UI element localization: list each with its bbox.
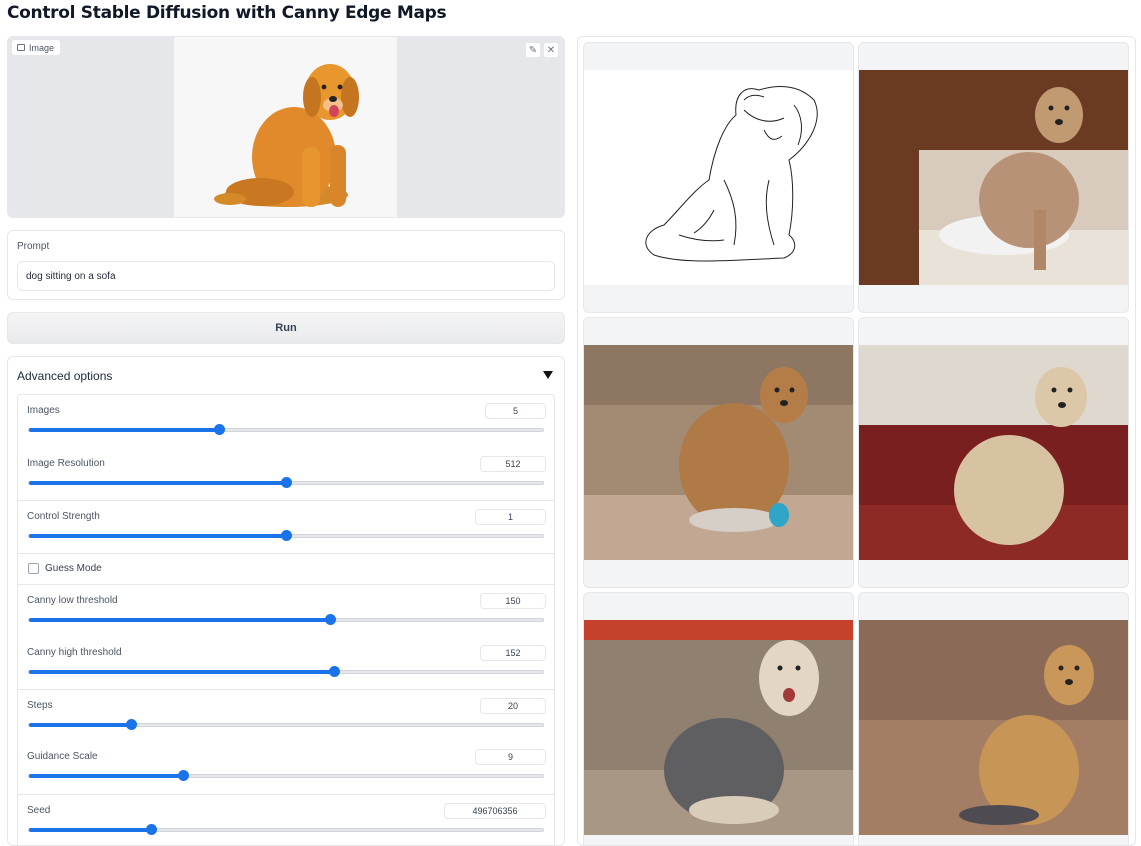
gallery-item-1[interactable]: [858, 42, 1129, 313]
advanced-options-header[interactable]: Advanced options: [17, 369, 112, 383]
guess-mode-checkbox-row[interactable]: Guess Mode: [18, 553, 554, 584]
output-gallery: [577, 36, 1136, 846]
number-input[interactable]: 152: [480, 645, 546, 661]
pencil-icon[interactable]: ✎: [525, 42, 541, 58]
gallery-item-4[interactable]: [583, 592, 854, 845]
slider-image-resolution: Image Resolution 512: [18, 448, 554, 501]
slider-seed: Seed 496706356: [18, 794, 554, 845]
slider-track[interactable]: [28, 719, 544, 730]
image-icon: [17, 44, 25, 51]
gallery-item-3[interactable]: [858, 317, 1129, 588]
slider-thumb[interactable]: [324, 614, 336, 625]
number-input[interactable]: 512: [480, 456, 546, 472]
number-input[interactable]: 5: [485, 403, 546, 419]
slider-track[interactable]: [28, 666, 544, 677]
slider-label: Canny low threshold: [27, 595, 118, 606]
guess-mode-checkbox[interactable]: [28, 563, 39, 574]
run-button[interactable]: Run: [7, 312, 565, 344]
advanced-options-accordion: Advanced options Images 5 Image Resoluti…: [7, 356, 565, 846]
slider-label: Control Strength: [27, 511, 100, 522]
slider-steps: Steps 20: [18, 689, 554, 742]
collapse-triangle-icon[interactable]: [543, 371, 553, 379]
slider-track[interactable]: [28, 614, 544, 625]
slider-label: Guidance Scale: [27, 751, 98, 762]
number-input[interactable]: 150: [480, 593, 546, 609]
slider-label: Image Resolution: [27, 458, 105, 469]
slider-thumb[interactable]: [145, 824, 157, 835]
slider-track[interactable]: [28, 824, 544, 835]
slider-thumb[interactable]: [281, 477, 292, 488]
page-title: Control Stable Diffusion with Canny Edge…: [7, 3, 447, 23]
slider-thumb[interactable]: [214, 424, 226, 435]
gallery-item-2[interactable]: [583, 317, 854, 588]
gallery-item-edge-map[interactable]: [583, 42, 854, 313]
number-input[interactable]: 9: [475, 749, 546, 765]
slider-canny-high-threshold: Canny high threshold 152: [18, 637, 554, 690]
slider-label: Seed: [27, 805, 51, 816]
number-input[interactable]: 496706356: [444, 803, 546, 819]
slider-canny-low-threshold: Canny low threshold 150: [18, 584, 554, 637]
slider-track[interactable]: [28, 530, 544, 541]
slider-images: Images 5: [18, 395, 554, 448]
slider-label: Steps: [27, 700, 53, 711]
image-input-panel[interactable]: Image ✎ ✕: [7, 36, 565, 218]
slider-label: Images: [27, 405, 60, 416]
prompt-label: Prompt: [17, 241, 50, 252]
advanced-options-body: Images 5 Image Resolution 512 Control St…: [17, 394, 555, 845]
prompt-input[interactable]: dog sitting on a sofa: [17, 261, 555, 291]
slider-thumb[interactable]: [281, 530, 292, 541]
input-image: [174, 37, 397, 217]
gallery-item-5[interactable]: [858, 592, 1129, 845]
slider-control-strength: Control Strength 1: [18, 500, 554, 553]
close-icon[interactable]: ✕: [543, 42, 559, 58]
slider-guidance-scale: Guidance Scale 9: [18, 741, 554, 794]
slider-label: Canny high threshold: [27, 647, 122, 658]
prompt-field: Prompt dog sitting on a sofa: [7, 230, 565, 300]
guess-mode-label: Guess Mode: [45, 563, 102, 574]
slider-track[interactable]: [28, 424, 544, 435]
number-input[interactable]: 1: [475, 509, 546, 525]
image-label: Image: [11, 39, 62, 56]
slider-thumb[interactable]: [178, 770, 190, 781]
slider-track[interactable]: [28, 770, 544, 781]
number-input[interactable]: 20: [480, 698, 546, 714]
slider-thumb[interactable]: [125, 719, 137, 730]
slider-thumb[interactable]: [328, 666, 340, 677]
slider-track[interactable]: [28, 477, 544, 488]
